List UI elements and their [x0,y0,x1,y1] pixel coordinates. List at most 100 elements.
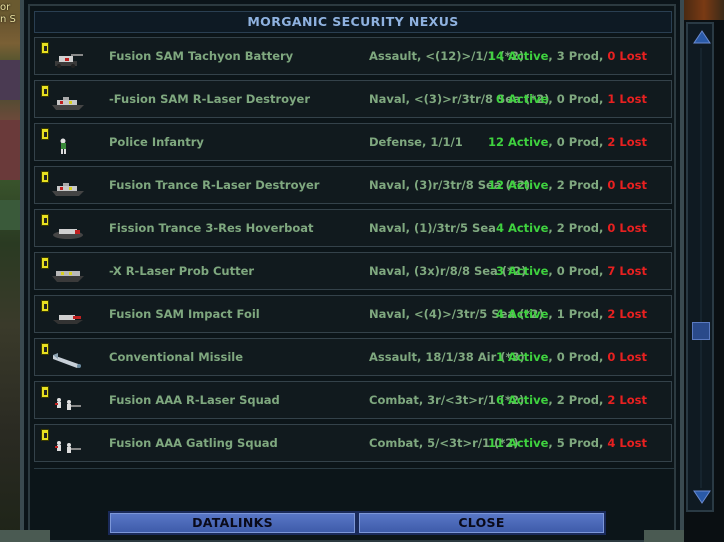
unit-icon-cell [39,169,91,203]
background-map-corner [684,0,724,20]
button-bar: DATALINKS CLOSE [108,511,606,535]
security-nexus-window: MORGANIC SECURITY NEXUS Fusion SAM Tachy… [20,0,684,542]
faction-flag-icon [41,128,49,140]
unit-icon-cell [39,83,91,117]
unit-row[interactable]: Fusion SAM Tachyon Battery Assault, <(12)… [34,37,672,75]
frame-corner-left [0,530,50,542]
hoverboat-icon [51,224,85,240]
artillery-icon [51,52,85,68]
faction-flag-icon [41,171,49,183]
faction-flag-icon [41,257,49,269]
active-count: 12 Active [487,135,549,149]
unit-row[interactable]: Conventional Missile Assault, 18/1/38 Air… [34,338,672,376]
unit-row[interactable]: Fission Trance 3-Res Hoverboat Naval, (1)… [34,209,672,247]
window-body: MORGANIC SECURITY NEXUS Fusion SAM Tachy… [28,4,676,542]
frame-corner-right [644,530,684,542]
unit-counts: 6 Active, 2 Prod, 2 Lost [495,393,647,407]
scroll-rail [700,48,702,488]
unit-row[interactable]: Fusion AAA R-Laser Squad Combat, 3r/<3t>r… [34,381,672,419]
unit-row[interactable]: Fusion AAA Gatling Squad Combat, 5/<3t>r/… [34,424,672,462]
lost-count: 0 Lost [607,350,647,364]
lost-count: 0 Lost [607,178,647,192]
active-count: 4 Active [495,307,549,321]
unit-stats: Naval, (1)/3tr/5 Sea [369,221,496,235]
unit-icon-cell [39,427,91,461]
unit-counts: 0 Active, 0 Prod, 1 Lost [495,92,647,106]
active-count: 1 Active [495,350,549,364]
squad-icon [51,439,85,455]
unit-name: Fusion SAM Tachyon Battery [109,49,294,63]
unit-name: Fusion Trance R-Laser Destroyer [109,178,320,192]
unit-name: -Fusion SAM R-Laser Destroyer [109,92,311,106]
unit-icon-cell [39,255,91,289]
unit-counts: 3 Active, 0 Prod, 7 Lost [495,264,647,278]
unit-stats: Defense, 1/1/1 [369,135,463,149]
active-count: 11 Active [487,436,549,450]
lost-count: 2 Lost [607,307,647,321]
unit-row[interactable]: Police Infantry Defense, 1/1/1 12 Active, … [34,123,672,161]
unit-icon-cell [39,384,91,418]
unit-icon-cell [39,341,91,375]
faction-flag-icon [41,85,49,97]
lost-count: 7 Lost [607,264,647,278]
foil-icon [51,310,85,326]
prod-count: 2 Prod [556,393,600,407]
datalinks-button[interactable]: DATALINKS [108,511,357,535]
active-count: 14 Active [487,49,549,63]
prod-count: 3 Prod [556,49,600,63]
squad-icon [51,396,85,412]
unit-icon-cell [39,212,91,246]
unit-name: Fusion AAA R-Laser Squad [109,393,280,407]
lost-count: 2 Lost [607,393,647,407]
prod-count: 5 Prod [556,436,600,450]
active-count: 0 Active [495,92,549,106]
unit-icon-cell [39,298,91,332]
unit-icon-cell [39,40,91,74]
faction-flag-icon [41,300,49,312]
unit-name: Fission Trance 3-Res Hoverboat [109,221,314,235]
lost-count: 1 Lost [607,92,647,106]
faction-flag-icon [41,429,49,441]
lost-count: 2 Lost [607,135,647,149]
faction-flag-icon [41,214,49,226]
unit-row[interactable]: Fusion Trance R-Laser Destroyer Naval, (3… [34,166,672,204]
prod-count: 0 Prod [556,350,600,364]
active-count: 6 Active [495,393,549,407]
lost-count: 0 Lost [607,49,647,63]
unit-counts: 4 Active, 2 Prod, 0 Lost [495,221,647,235]
prod-count: 2 Prod [556,178,600,192]
unit-counts: 12 Active, 0 Prod, 2 Lost [487,135,647,149]
unit-counts: 12 Active, 2 Prod, 0 Lost [487,178,647,192]
unit-row[interactable]: -Fusion SAM R-Laser Destroyer Naval, <(3)… [34,80,672,118]
faction-flag-icon [41,343,49,355]
unit-row[interactable]: Fusion SAM Impact Foil Naval, <(4)>/3tr/5… [34,295,672,333]
unit-name: Conventional Missile [109,350,244,364]
close-button[interactable]: CLOSE [357,511,606,535]
map-city-label: or [0,2,11,13]
unit-counts: 14 Active, 3 Prod, 0 Lost [487,49,647,63]
active-count: 12 Active [487,178,549,192]
active-count: 4 Active [495,221,549,235]
unit-name: Fusion AAA Gatling Squad [109,436,278,450]
unit-counts: 4 Active, 1 Prod, 2 Lost [495,307,647,321]
unit-counts: 1 Active, 0 Prod, 0 Lost [495,350,647,364]
scroll-up-arrow-icon[interactable] [693,30,711,44]
prod-count: 1 Prod [556,307,600,321]
missile-icon [51,353,85,369]
unit-row[interactable]: -X R-Laser Prob Cutter Naval, (3x)r/8/8 S… [34,252,672,290]
prod-count: 0 Prod [556,135,600,149]
faction-flag-icon [41,386,49,398]
scroll-thumb[interactable] [692,322,710,340]
destroyer-icon [51,95,85,111]
scroll-down-arrow-icon[interactable] [693,490,711,504]
cutter-icon [51,267,85,283]
window-title: MORGANIC SECURITY NEXUS [34,11,672,33]
active-count: 3 Active [495,264,549,278]
unit-name: Police Infantry [109,135,204,149]
faction-flag-icon [41,42,49,54]
unit-icon-cell [39,126,91,160]
scrollbar[interactable] [686,22,714,512]
unit-name: -X R-Laser Prob Cutter [109,264,255,278]
unit-counts: 11 Active, 5 Prod, 4 Lost [487,436,647,450]
map-city-label: n S [0,14,16,25]
